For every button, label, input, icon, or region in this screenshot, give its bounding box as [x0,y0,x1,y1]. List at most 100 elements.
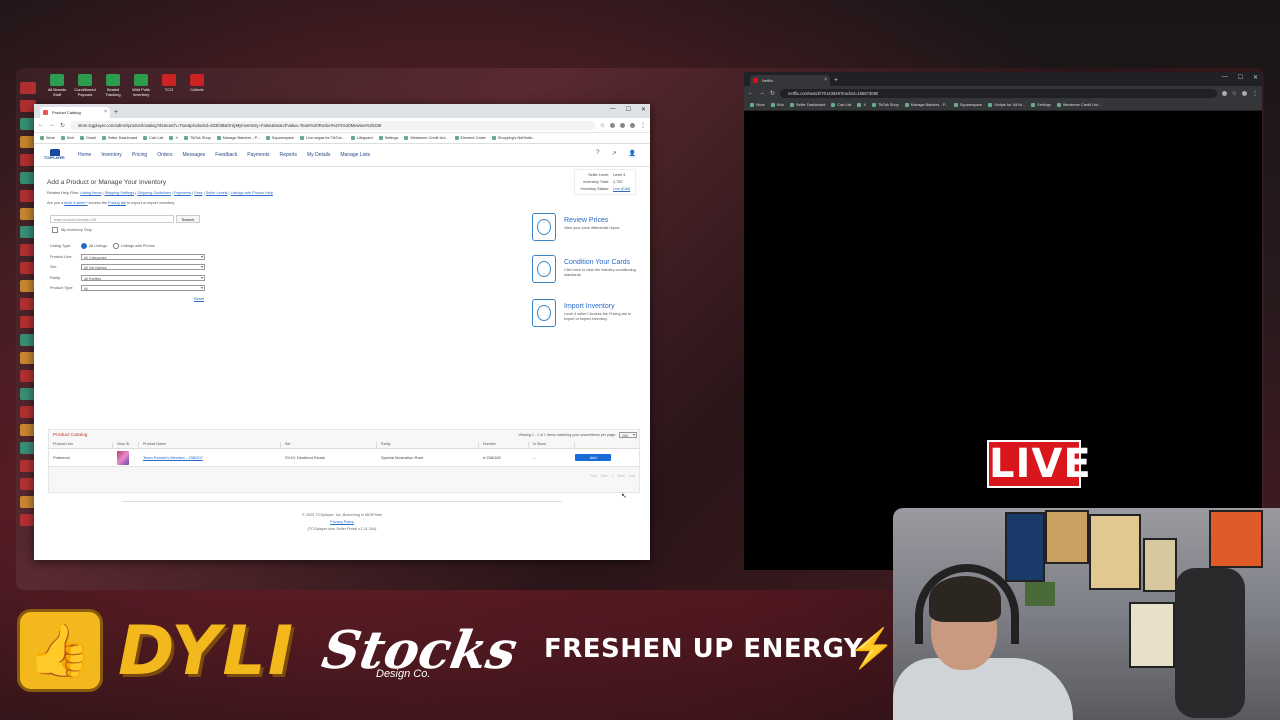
review-prices-promo[interactable]: Review Prices View your price differenti… [532,213,640,247]
nav-messages[interactable]: Messages [183,152,206,158]
desktop-shortcut[interactable]: Wild Pulls Inventory [130,74,152,98]
bookmark-item[interactable]: Settings [1031,103,1051,107]
bookmark-item[interactable]: Settings [379,136,399,140]
back-icon[interactable]: ← [38,122,44,128]
nav-my-details[interactable]: My Details [307,152,330,158]
pager-last[interactable]: Last [629,474,635,478]
bookmark-star-icon[interactable]: ☆ [1232,90,1237,97]
product-type-select[interactable]: All [81,285,205,292]
close-window-icon[interactable]: ✕ [1253,74,1258,81]
pricing-tab-link[interactable]: Pricing tab [108,201,126,205]
bookmark-item[interactable]: Kick [61,136,74,140]
back-icon[interactable]: ← [748,90,754,96]
radio-listings-with-photos[interactable] [113,243,120,250]
help-link[interactable]: Shipping Guidelines [137,191,171,195]
column-header[interactable]: In Stock [529,442,575,448]
bookmark-item[interactable]: Squarespace [954,103,982,107]
radio-all-listings[interactable] [81,243,87,250]
bookmark-item[interactable]: Shopping's NetSuite... [492,136,535,140]
bookmark-item[interactable]: TikTok Shop [184,136,211,140]
minimize-icon[interactable]: — [610,106,616,113]
pager-page[interactable]: 1 [612,474,614,478]
nav-home[interactable]: Home [78,152,91,158]
profile-icon[interactable] [630,122,635,128]
maximize-icon[interactable]: ☐ [1238,74,1243,81]
product-name-link[interactable]: Team Rocket's Mewtwo - 238/207 [143,455,203,460]
pager-first[interactable]: First [590,474,597,478]
help-link[interactable]: Fees [194,191,202,195]
nav-feedback[interactable]: Feedback [215,152,237,158]
rarity-select[interactable]: All Rarities [81,274,205,281]
bookmark-item[interactable]: Scripts for 'All lik... [988,103,1025,107]
minimize-icon[interactable]: — [1222,74,1228,81]
nav-payments[interactable]: Payments [247,152,269,158]
inventory-status-link[interactable]: Live (Edit) [613,186,630,193]
bookmark-item[interactable]: Cart List [143,136,163,140]
profile-icon[interactable] [1242,90,1247,96]
forward-icon[interactable]: → [49,122,55,128]
column-header[interactable]: Number [479,442,529,448]
column-header[interactable]: View ID [113,442,139,448]
bookmark-item[interactable]: Manage Batches - P... [905,103,948,107]
bookmark-item[interactable]: Work [40,136,55,140]
account-icon[interactable]: 👤 [629,150,636,157]
bookmark-item[interactable]: Live.vegas for TikTok... [300,136,345,140]
bookmark-item[interactable]: Wedseme Credit Uni... [404,136,448,140]
set-select[interactable]: All Set Names [81,264,205,271]
my-inventory-only-checkbox[interactable] [52,227,58,233]
help-link[interactable]: Listing Items [80,191,101,195]
card-thumbnail[interactable] [117,450,129,465]
bookmark-item[interactable]: Cart List [831,103,851,107]
bookmark-item[interactable]: Kick [771,103,784,107]
add-button[interactable]: Add [575,454,611,461]
close-tab-icon[interactable]: × [824,75,827,86]
desktop-icon[interactable] [20,82,36,94]
import-inventory-promo[interactable]: Import Inventory Level 4 seller? Access … [532,299,640,333]
tab-product-catalog[interactable]: Product Catalog × [40,107,110,118]
new-tab-icon[interactable]: + [834,75,838,86]
desktop-shortcut[interactable]: Conditioned Payouts [74,74,96,98]
help-icon[interactable]: ? [596,150,599,157]
menu-icon[interactable]: ⋮ [640,122,646,129]
level4-link[interactable]: level 4 seller? [64,201,87,205]
pager-next[interactable]: Next [618,474,625,478]
column-header[interactable]: Product Name [139,442,281,448]
external-link-icon[interactable]: ↗ [611,150,616,157]
nav-manage-lists[interactable]: Manage Lists [340,152,370,158]
extension-icon[interactable] [610,122,615,128]
close-window-icon[interactable]: ✕ [641,106,646,113]
reload-icon[interactable]: ↻ [770,90,775,97]
bookmark-item[interactable]: Squarespace [266,136,294,140]
reset-link[interactable]: Reset [194,297,204,301]
reload-icon[interactable]: ↻ [60,122,65,129]
column-header[interactable]: Rarity [377,442,479,448]
items-per-page-select[interactable]: 250 [619,432,637,438]
nav-inventory[interactable]: Inventory [101,152,122,158]
download-icon[interactable] [620,122,625,128]
desktop-shortcut[interactable]: Collectr [186,74,208,98]
help-link[interactable]: Shipping Settings [105,191,135,195]
condition-cards-promo[interactable]: Condition Your Cards Click here to view … [532,255,640,289]
bookmark-star-icon[interactable]: ☆ [600,122,605,129]
new-tab-icon[interactable]: + [114,107,118,118]
bookmark-item[interactable]: Work [750,103,765,107]
bookmark-item[interactable]: Wedseme Credit Uni... [1057,103,1101,107]
column-header[interactable]: Product Line [49,442,113,448]
extension-icon[interactable] [1221,90,1227,96]
pager-prev[interactable]: Prev [601,474,608,478]
tab-netflix[interactable]: Netflix × [750,75,830,86]
close-tab-icon[interactable]: × [104,107,107,118]
product-search-input[interactable]: team rocket's mewtwo 238 [50,215,174,223]
search-button[interactable]: Search [176,215,200,223]
desktop-shortcut[interactable]: All Brands Stuff [46,74,68,98]
help-link[interactable]: Payments [174,191,191,195]
nav-reports[interactable]: Reports [280,152,298,158]
bookmark-item[interactable]: Seller Dashboard [790,103,825,107]
bookmark-item[interactable]: Gmail [80,136,96,140]
nav-pricing[interactable]: Pricing [132,152,147,158]
nav-orders[interactable]: Orders [157,152,172,158]
privacy-policy-link[interactable]: Privacy Policy [330,520,354,524]
help-link[interactable]: Listings with Photos Help [231,191,273,195]
url-field[interactable]: netflix.com/watch/70143649?trackId=15557… [780,88,1217,98]
desktop-shortcut[interactable]: TCG [158,74,180,98]
